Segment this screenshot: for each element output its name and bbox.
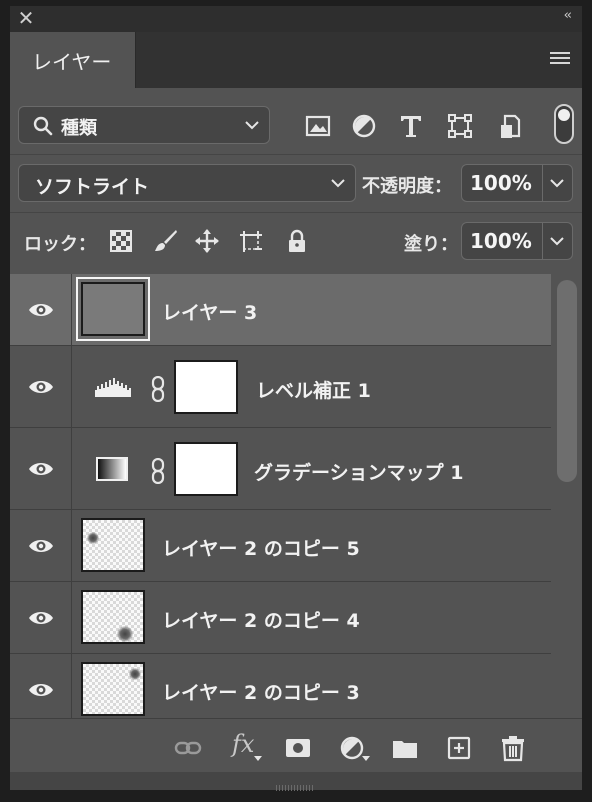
layer-mask-thumbnail[interactable] (174, 360, 238, 414)
dropdown-triangle-icon (254, 756, 262, 761)
layers-panel: ✕ ‹‹ レイヤー 種類 ソフトライト 不透明度： 100% ロック： 塗り： … (0, 0, 592, 802)
blend-mode-select[interactable]: ソフトライト (18, 164, 356, 202)
lock-artboard-icon[interactable] (238, 228, 264, 254)
resize-grip[interactable] (276, 776, 316, 791)
layers-list: レイヤー 3 レベル補正 1 グラデーションマップ 1 レイヤー 2 のコピー … (10, 274, 551, 718)
layers-scrollbar-thumb[interactable] (557, 280, 577, 482)
eye-icon[interactable] (28, 537, 54, 555)
layer-row[interactable]: レイヤー 3 (10, 274, 551, 346)
layer-thumbnail[interactable] (81, 282, 145, 336)
visibility-toggle[interactable] (10, 510, 72, 581)
hamburger-menu-icon[interactable] (550, 52, 570, 66)
visibility-toggle[interactable] (10, 582, 72, 653)
opacity-field[interactable]: 100% (461, 164, 573, 202)
search-icon (33, 116, 53, 136)
eye-icon[interactable] (28, 609, 54, 627)
eye-icon[interactable] (28, 301, 54, 319)
levels-adjustment-icon (95, 378, 131, 397)
layer-name[interactable]: レイヤー 2 のコピー 5 (162, 534, 360, 561)
fill-label: 塗り： (404, 234, 458, 255)
layer-style-icon[interactable]: fx (232, 730, 254, 758)
layer-name[interactable]: レイヤー 2 のコピー 4 (162, 606, 360, 633)
layer-name[interactable]: レイヤー 2 のコピー 3 (162, 678, 360, 705)
lock-label: ロック： (24, 234, 96, 255)
fill-value[interactable]: 100% (470, 229, 532, 253)
layer-row[interactable]: レイヤー 2 のコピー 3 (10, 654, 551, 718)
chain-link-icon[interactable] (150, 376, 166, 402)
lock-image-pixels-icon[interactable] (152, 228, 178, 254)
new-group-icon[interactable] (391, 734, 419, 762)
chevron-down-icon[interactable] (550, 236, 564, 246)
dropdown-triangle-icon (362, 756, 370, 761)
layer-row[interactable]: グラデーションマップ 1 (10, 428, 551, 510)
visibility-toggle[interactable] (10, 428, 72, 509)
layer-row[interactable]: レイヤー 2 のコピー 5 (10, 510, 551, 582)
fill-field[interactable]: 100% (461, 222, 573, 260)
filter-toggle[interactable] (554, 104, 574, 144)
gradient-map-icon (96, 457, 128, 481)
image-filter-icon[interactable] (302, 110, 334, 142)
opacity-label: 不透明度： (362, 176, 452, 197)
tab-layers-label: レイヤー (32, 50, 112, 74)
visibility-toggle[interactable] (10, 654, 72, 718)
smart-object-filter-icon[interactable] (494, 110, 526, 142)
layer-name[interactable]: グラデーションマップ 1 (254, 458, 463, 485)
chevron-down-icon (245, 121, 259, 130)
chevron-down-icon (331, 179, 345, 188)
add-mask-icon[interactable] (284, 734, 312, 762)
filter-kind-value: 種類 (61, 118, 97, 139)
adjustment-filter-icon[interactable] (348, 110, 380, 142)
link-layers-icon[interactable] (174, 734, 202, 762)
eye-icon[interactable] (28, 460, 54, 478)
panel-title-strip (10, 6, 582, 32)
lock-transparent-pixels-icon[interactable] (108, 228, 134, 254)
lock-all-icon[interactable] (284, 228, 310, 254)
eye-icon[interactable] (28, 378, 54, 396)
filter-kind-select[interactable]: 種類 (18, 106, 270, 144)
chevron-down-icon[interactable] (550, 178, 564, 188)
layer-thumbnail[interactable] (81, 518, 145, 572)
delete-layer-icon[interactable] (499, 734, 527, 762)
type-filter-icon[interactable] (395, 110, 427, 142)
tab-layers[interactable]: レイヤー (10, 32, 136, 88)
layer-name[interactable]: レイヤー 3 (162, 298, 257, 325)
blend-mode-value: ソフトライト (35, 176, 150, 198)
opacity-value[interactable]: 100% (470, 171, 532, 195)
layer-mask-thumbnail[interactable] (174, 442, 238, 496)
layer-row[interactable]: レイヤー 2 のコピー 4 (10, 582, 551, 654)
chain-link-icon[interactable] (150, 458, 166, 484)
lock-position-icon[interactable] (194, 228, 220, 254)
shape-filter-icon[interactable] (444, 110, 476, 142)
layer-thumbnail[interactable] (81, 662, 145, 716)
layer-row[interactable]: レベル補正 1 (10, 346, 551, 428)
divider (10, 154, 582, 155)
eye-icon[interactable] (28, 681, 54, 699)
layer-name[interactable]: レベル補正 1 (256, 376, 371, 403)
visibility-toggle[interactable] (10, 346, 72, 427)
double-chevron-left-icon[interactable]: ‹‹ (564, 8, 573, 23)
visibility-toggle[interactable] (10, 274, 72, 345)
divider (10, 212, 582, 213)
new-layer-icon[interactable] (445, 734, 473, 762)
layer-thumbnail[interactable] (81, 590, 145, 644)
panel-tab-bar: レイヤー (10, 32, 582, 88)
close-icon[interactable]: ✕ (14, 6, 38, 30)
